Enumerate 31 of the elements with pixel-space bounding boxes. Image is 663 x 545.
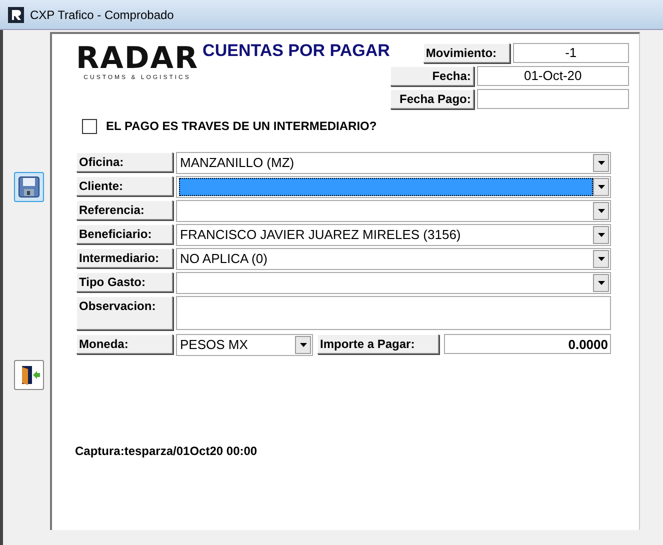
- text-field[interactable]: -1: [512, 43, 629, 63]
- field-label[interactable]: Fecha Pago:: [390, 89, 474, 109]
- checkbox-label: EL PAGO ES TRAVES DE UN INTERMEDIARIO?: [106, 118, 377, 135]
- field-label[interactable]: Tipo Gasto:: [76, 272, 173, 292]
- field-label[interactable]: Oficina:: [76, 152, 173, 172]
- amount-field[interactable]: 0.0000: [444, 334, 611, 354]
- dropdown-field[interactable]: [176, 176, 611, 198]
- text-field[interactable]: [476, 89, 629, 109]
- field-label[interactable]: Cliente:: [76, 176, 173, 196]
- save-button[interactable]: [14, 172, 44, 202]
- app-icon: [8, 6, 24, 22]
- text-field[interactable]: 01-Oct-20: [476, 66, 629, 86]
- dropdown-field[interactable]: [176, 200, 611, 222]
- exit-button[interactable]: [14, 360, 44, 390]
- window-title: CXP Trafico - Comprobado: [30, 6, 174, 24]
- dropdown-field[interactable]: PESOS MX: [176, 334, 313, 356]
- field-label[interactable]: Beneficiario:: [76, 224, 173, 244]
- page-heading: CUENTAS POR PAGAR: [202, 40, 390, 62]
- dropdown-field[interactable]: [176, 272, 611, 294]
- checkbox[interactable]: [82, 118, 97, 134]
- capture-info: Captura:tesparza/01Oct20 00:00: [75, 443, 258, 460]
- field-label[interactable]: Observacion:: [76, 296, 173, 330]
- dropdown-field[interactable]: NO APLICA (0): [176, 248, 611, 270]
- field-label[interactable]: Fecha:: [390, 66, 474, 86]
- field-label[interactable]: Intermediario:: [76, 248, 173, 268]
- dropdown-field[interactable]: FRANCISCO JAVIER JUAREZ MIRELES (3156): [176, 224, 611, 246]
- field-label[interactable]: Importe a Pagar:: [317, 334, 439, 354]
- dropdown-field[interactable]: MANZANILLO (MZ): [176, 152, 611, 174]
- field-label[interactable]: Movimiento:: [422, 43, 510, 63]
- field-label[interactable]: Referencia:: [76, 200, 173, 220]
- field-label[interactable]: Moneda:: [76, 334, 173, 354]
